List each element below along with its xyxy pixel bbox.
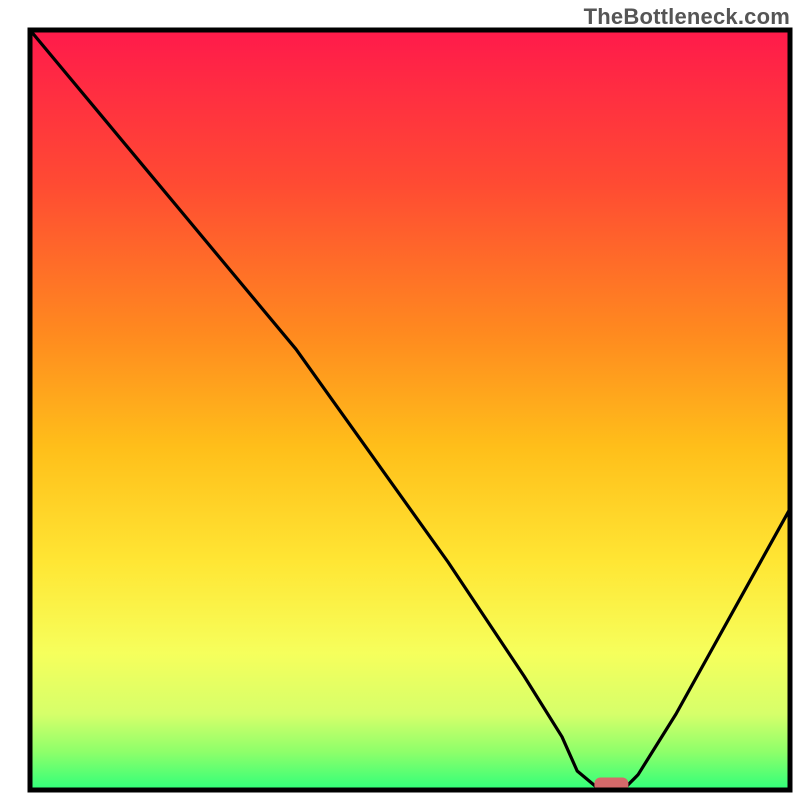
plot-area <box>30 30 790 790</box>
watermark-text: TheBottleneck.com <box>584 4 790 30</box>
chart-svg <box>0 0 800 800</box>
bottleneck-chart: TheBottleneck.com <box>0 0 800 800</box>
